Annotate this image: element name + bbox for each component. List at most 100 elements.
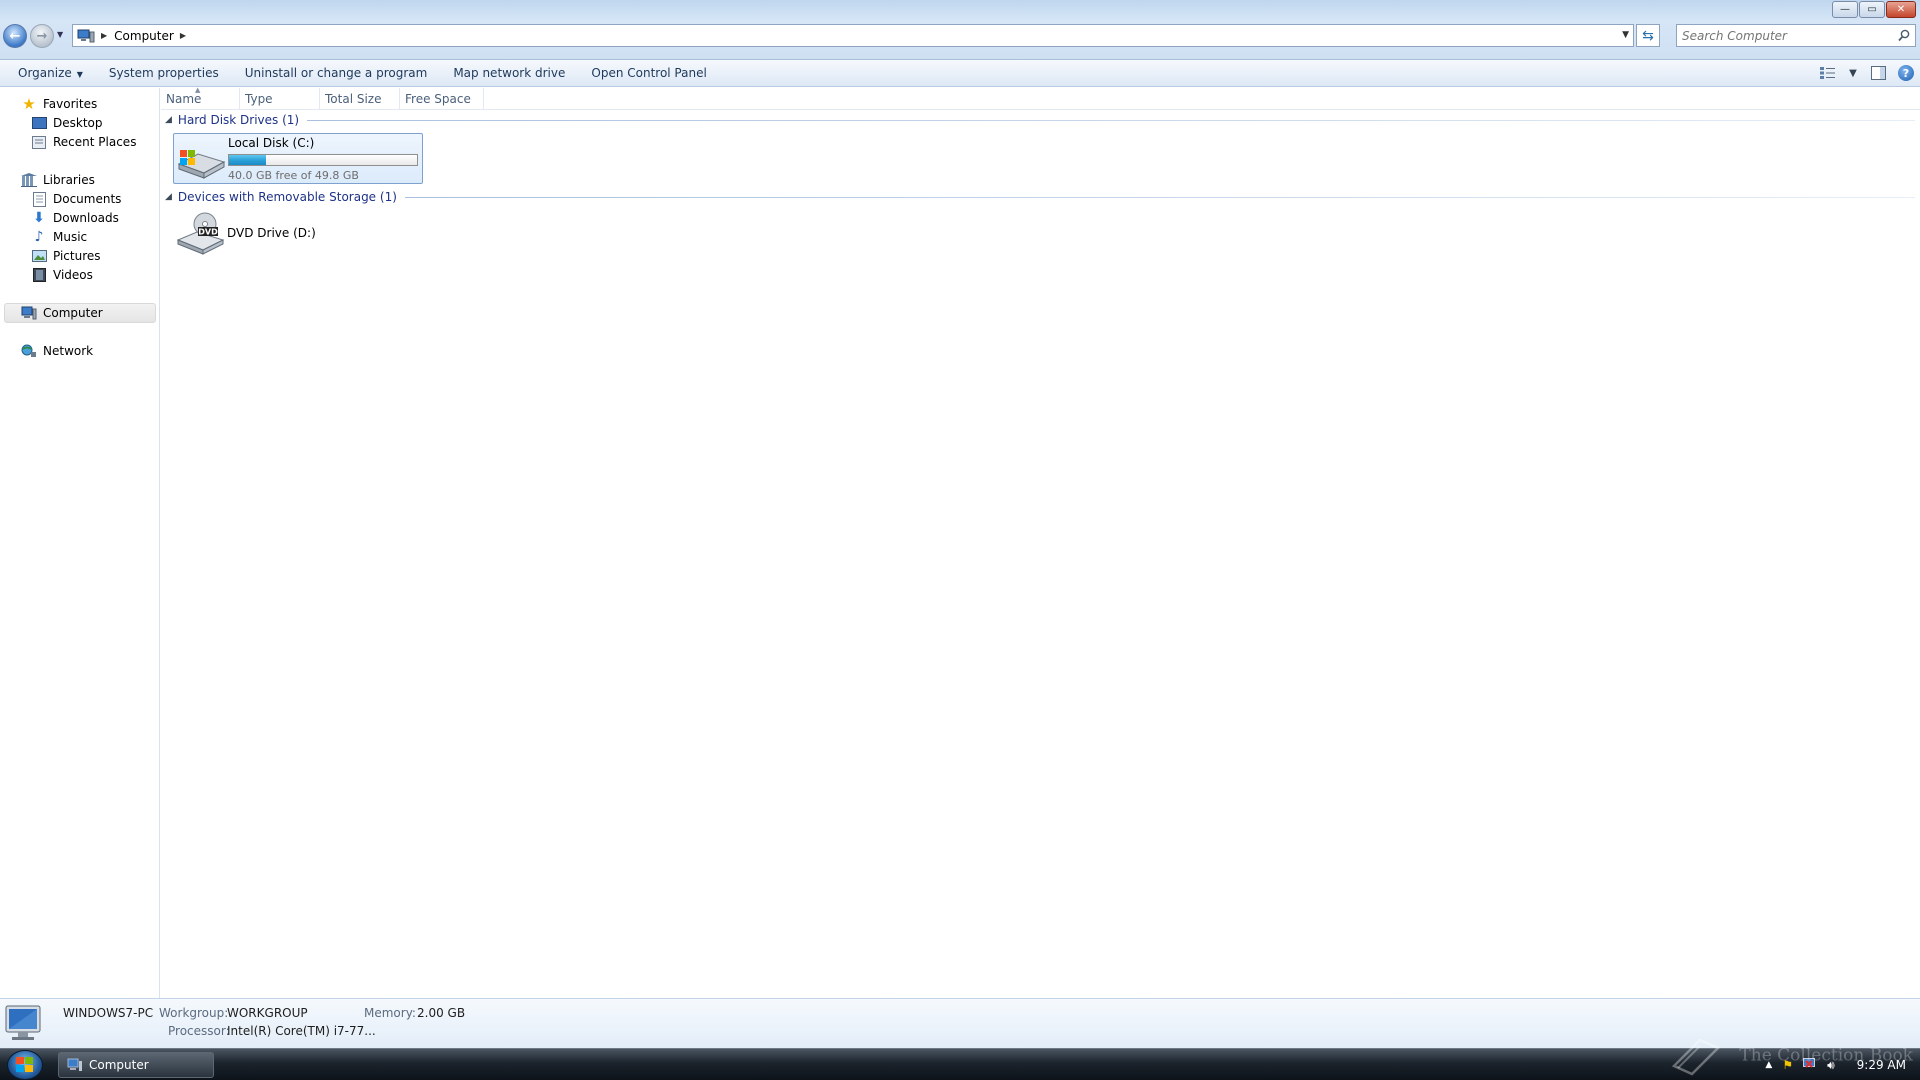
nav-favorites[interactable]: ★ Favorites <box>21 95 97 113</box>
forward-button[interactable]: → <box>30 24 54 48</box>
refresh-button[interactable]: ⇆ <box>1636 24 1660 47</box>
organize-label: Organize <box>18 66 72 80</box>
network-icon <box>21 343 37 359</box>
drive-c-name: Local Disk (C:) <box>228 136 315 150</box>
nav-desktop[interactable]: Desktop <box>31 114 103 132</box>
breadcrumb-chevron-icon[interactable]: ▶ <box>180 31 186 40</box>
taskbar-item-computer[interactable]: Computer <box>58 1052 214 1078</box>
maximize-button[interactable]: ▭ <box>1859 1 1885 18</box>
recent-pages-dropdown[interactable]: ▼ <box>57 30 67 40</box>
taskbar: Computer ▲ ⚑ 🔊︎ 9:29 AM <box>0 1048 1920 1080</box>
group-hard-disk-drives[interactable]: ◢ Hard Disk Drives (1) <box>165 111 1915 129</box>
title-bar: — ▭ ✕ ← → ▼ ▶ Computer ▶ ▼ ⇆ <box>0 0 1920 60</box>
map-network-drive-button[interactable]: Map network drive <box>449 66 569 80</box>
column-headers: ▲ Name Type Total Size Free Space <box>161 86 1920 110</box>
nav-network[interactable]: Network <box>21 342 93 360</box>
processor-label: Processor: <box>168 1024 230 1038</box>
drive-d-name: DVD Drive (D:) <box>227 226 316 240</box>
collapse-group-icon[interactable]: ◢ <box>165 115 172 125</box>
computer-large-icon <box>5 1005 41 1040</box>
recent-places-icon <box>31 134 47 150</box>
computer-icon <box>67 1058 82 1071</box>
nav-computer-label: Computer <box>43 306 103 320</box>
watermark-text: The Collection Book <box>1739 1045 1913 1066</box>
hard-drive-icon <box>177 150 226 179</box>
taskbar-item-label: Computer <box>89 1058 149 1072</box>
preview-pane-icon <box>1870 66 1886 80</box>
search-input[interactable] <box>1682 28 1887 43</box>
workgroup-value: WORKGROUP <box>227 1006 308 1020</box>
change-view-button[interactable] <box>1818 64 1838 82</box>
documents-icon <box>31 191 47 207</box>
column-name-label: Name <box>166 92 202 106</box>
nav-documents-label: Documents <box>53 192 122 206</box>
column-header-type[interactable]: Type <box>240 88 320 110</box>
drive-c-used-fill <box>229 155 267 165</box>
open-control-panel-button[interactable]: Open Control Panel <box>587 66 710 80</box>
pictures-icon <box>31 248 47 264</box>
preview-pane-button[interactable] <box>1868 64 1888 82</box>
search-box[interactable] <box>1676 24 1916 47</box>
navigation-pane: ★ Favorites Desktop Recent Places Librar… <box>0 88 160 998</box>
column-header-free-space[interactable]: Free Space <box>400 88 484 110</box>
book-icon <box>1671 1038 1721 1076</box>
desktop-icon <box>31 115 47 131</box>
column-header-total-size[interactable]: Total Size <box>320 88 400 110</box>
forward-arrow-icon: → <box>36 28 48 44</box>
computer-icon <box>77 29 95 42</box>
back-button[interactable]: ← <box>3 24 27 48</box>
close-button[interactable]: ✕ <box>1886 1 1916 18</box>
drive-dvd-d[interactable]: DVD DVD Drive (D:) <box>173 210 353 258</box>
nav-recent-places[interactable]: Recent Places <box>31 133 136 151</box>
nav-documents[interactable]: Documents <box>31 190 121 208</box>
command-bar: Organize ▼ System properties Uninstall or… <box>0 60 1920 87</box>
nav-downloads[interactable]: ⬇ Downloads <box>31 209 119 227</box>
download-arrow-icon: ⬇ <box>33 210 45 226</box>
nav-pictures[interactable]: Pictures <box>31 247 101 265</box>
video-film-icon <box>31 267 47 283</box>
processor-value: Intel(R) Core(TM) i7-77... <box>227 1024 376 1038</box>
breadcrumb-computer[interactable]: Computer <box>114 29 174 43</box>
nav-videos[interactable]: Videos <box>31 266 93 284</box>
star-icon: ★ <box>22 95 36 113</box>
address-bar[interactable]: ▶ Computer ▶ ▼ <box>72 24 1634 47</box>
nav-favorites-label: Favorites <box>43 97 98 111</box>
watermark: The Collection Book <box>1670 1036 1913 1076</box>
nav-network-label: Network <box>43 344 94 358</box>
view-menu-dropdown[interactable]: ▼ <box>1848 64 1858 82</box>
nav-recent-places-label: Recent Places <box>53 135 137 149</box>
breadcrumb-separator-icon[interactable]: ▶ <box>101 31 107 40</box>
nav-libraries-label: Libraries <box>43 173 95 187</box>
refresh-icon: ⇆ <box>1642 27 1654 44</box>
view-options-icon <box>1820 67 1835 79</box>
nav-music[interactable]: ♪ Music <box>31 228 88 246</box>
windows-logo-icon <box>16 1057 33 1072</box>
group-removable-storage[interactable]: ◢ Devices with Removable Storage (1) <box>165 188 1915 206</box>
libraries-icon <box>21 172 37 188</box>
back-arrow-icon: ← <box>9 28 21 44</box>
collapse-group-icon[interactable]: ◢ <box>165 192 172 202</box>
nav-libraries[interactable]: Libraries <box>21 171 95 189</box>
minimize-button[interactable]: — <box>1832 1 1858 18</box>
drive-local-disk-c[interactable]: Local Disk (C:) 40.0 GB free of 49.8 GB <box>173 133 423 184</box>
view-tools: ▼ ? <box>1818 64 1914 82</box>
details-pane: WINDOWS7-PC Workgroup: WORKGROUP Memory:… <box>0 998 1920 1048</box>
system-properties-button[interactable]: System properties <box>105 66 223 80</box>
window-controls: — ▭ ✕ <box>1832 1 1916 18</box>
computer-name: WINDOWS7-PC <box>63 1006 154 1020</box>
drive-c-capacity-bar <box>228 154 418 166</box>
uninstall-program-button[interactable]: Uninstall or change a program <box>241 66 432 80</box>
help-icon[interactable]: ? <box>1898 65 1914 81</box>
nav-computer[interactable]: Computer <box>4 303 156 323</box>
dvd-drive-icon: DVD <box>176 212 225 255</box>
nav-desktop-label: Desktop <box>53 116 103 130</box>
column-header-name[interactable]: ▲ Name <box>161 86 240 110</box>
sort-ascending-icon: ▲ <box>195 86 201 94</box>
memory-label: Memory: <box>364 1006 416 1020</box>
address-dropdown-icon[interactable]: ▼ <box>1622 30 1629 40</box>
music-note-icon: ♪ <box>34 229 44 245</box>
search-icon[interactable] <box>1898 29 1910 42</box>
organize-menu[interactable]: Organize ▼ <box>14 66 87 80</box>
start-button[interactable] <box>7 1050 43 1080</box>
workgroup-label: Workgroup: <box>159 1006 229 1020</box>
